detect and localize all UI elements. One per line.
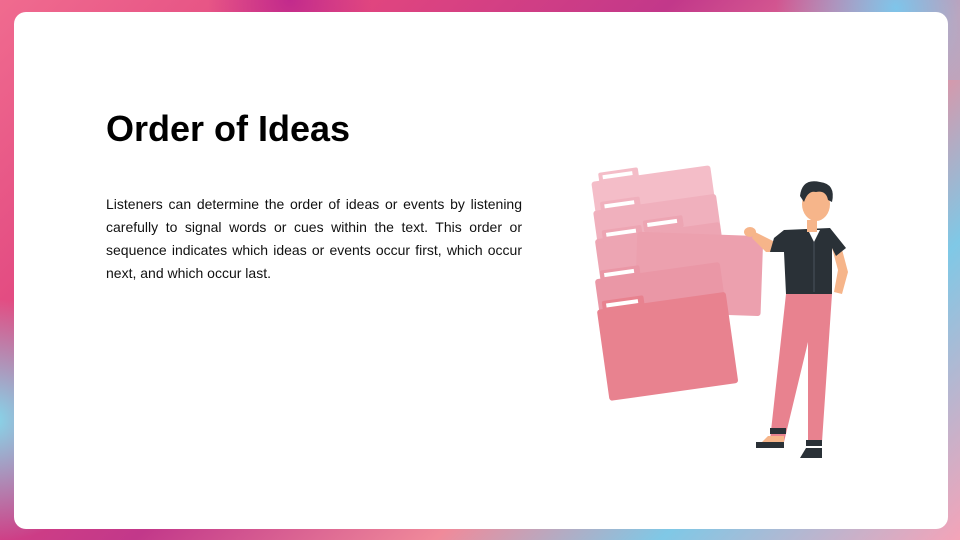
person-icon: [744, 181, 848, 458]
slide-frame: Order of Ideas Listeners can determine t…: [0, 0, 960, 540]
person-holding-folders-illustration: [591, 165, 848, 458]
slide-card: Order of Ideas Listeners can determine t…: [14, 12, 948, 529]
slide-body-text: Listeners can determine the order of ide…: [106, 196, 522, 281]
slide-title: Order of Ideas: [106, 108, 351, 149]
folder-stack-icon: [591, 165, 764, 401]
